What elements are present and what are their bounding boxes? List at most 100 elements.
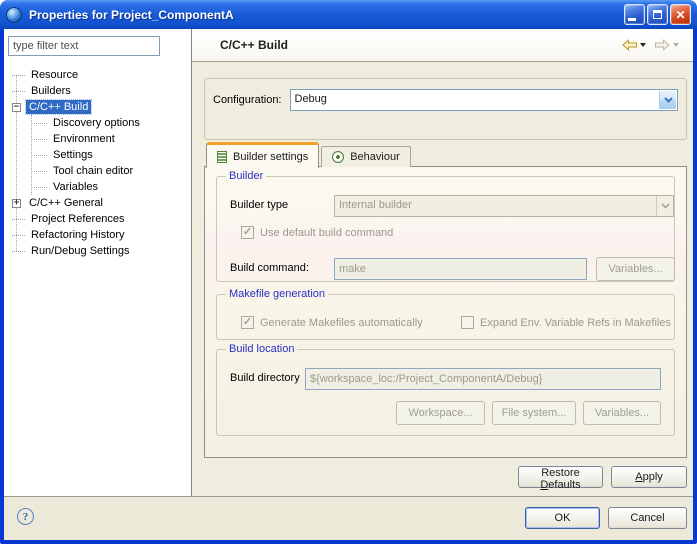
configuration-combobox[interactable]: Debug xyxy=(290,89,679,111)
cancel-button[interactable]: Cancel xyxy=(608,507,687,529)
tab-label: Behaviour xyxy=(350,151,400,163)
checkmark-icon: ✓ xyxy=(243,317,252,328)
titlebar[interactable]: Properties for Project_ComponentA ✕ xyxy=(0,0,697,29)
builder-type-combobox: Internal builder xyxy=(334,195,674,217)
chevron-down-icon xyxy=(656,196,673,216)
properties-dialog: Properties for Project_ComponentA ✕ Reso… xyxy=(0,0,697,544)
apply-button[interactable]: Apply xyxy=(611,466,687,488)
tree-item-label: C/C++ General xyxy=(26,196,106,210)
minimize-icon xyxy=(628,18,636,21)
builder-settings-panel: Builder Builder type Internal builder ✓ … xyxy=(204,166,687,458)
tree-connector-line xyxy=(34,123,47,124)
page-content: Configuration: Debug Builder settings xyxy=(192,63,693,496)
tree-item-project-references[interactable]: Project References xyxy=(12,211,191,227)
tree-item-label: Variables xyxy=(50,180,101,194)
tree-children: Discovery options EnvironmentSettingsTool… xyxy=(31,115,191,195)
tree-item-label: Run/Debug Settings xyxy=(28,244,132,258)
maximize-icon xyxy=(653,10,662,19)
builder-type-label: Builder type xyxy=(230,199,288,211)
tree-item-run-debug-settings[interactable]: Run/Debug Settings xyxy=(12,243,191,259)
generate-makefiles-checkbox: ✓ xyxy=(241,316,254,329)
close-icon: ✕ xyxy=(675,9,685,21)
collapse-icon[interactable]: − xyxy=(12,103,21,112)
makefile-generation-group: Makefile generation ✓ Generate Makefiles… xyxy=(216,288,675,340)
close-button[interactable]: ✕ xyxy=(670,4,691,25)
tree-item-c-c-build[interactable]: −C/C++ Build xyxy=(12,99,191,115)
builder-group: Builder Builder type Internal builder ✓ … xyxy=(216,170,675,282)
tree-connector-line xyxy=(34,155,47,156)
variables-button: Variables... xyxy=(596,257,675,281)
application-icon xyxy=(6,7,22,23)
maximize-button[interactable] xyxy=(647,4,668,25)
forward-arrow-icon xyxy=(654,39,671,51)
tree-connector-line xyxy=(12,251,25,252)
variables-button: Variables... xyxy=(583,401,661,425)
tree-item-label: Tool chain editor xyxy=(50,164,136,178)
dialog-button-bar: ? OK Cancel xyxy=(4,496,693,540)
minimize-button[interactable] xyxy=(624,4,645,25)
tree-item-tool-chain-editor[interactable]: Tool chain editor xyxy=(32,163,191,179)
main-panel: C/C++ Build Configuration: D xyxy=(191,29,693,496)
history-navigation xyxy=(619,37,681,53)
workspace-button: Workspace... xyxy=(396,401,485,425)
tree-connector-line xyxy=(34,139,47,140)
checkmark-icon: ✓ xyxy=(243,227,252,238)
tab-builder-settings[interactable]: Builder settings xyxy=(206,142,319,168)
tree-item-builders[interactable]: Builders xyxy=(12,83,191,99)
build-command-input xyxy=(334,258,587,280)
tab-bar: Builder settings Behaviour xyxy=(206,142,411,167)
build-command-label: Build command: xyxy=(230,262,309,274)
forward-dropdown-icon xyxy=(673,43,679,47)
properties-tree: ResourceBuilders−C/C++ BuildDiscovery op… xyxy=(4,67,191,259)
expand-env-refs-label: Expand Env. Variable Refs in Makefiles xyxy=(480,317,671,329)
tree-connector-line xyxy=(12,91,25,92)
tree-connector-line xyxy=(34,171,47,172)
generate-makefiles-label: Generate Makefiles automatically xyxy=(260,317,423,329)
use-default-build-command-label: Use default build command xyxy=(260,227,393,239)
forward-button xyxy=(652,37,681,53)
tree-item-environment[interactable]: Environment xyxy=(32,131,191,147)
tree-item-variables[interactable]: Variables xyxy=(32,179,191,195)
tree-connector-line xyxy=(12,235,25,236)
help-icon[interactable]: ? xyxy=(17,508,34,525)
ok-button[interactable]: OK xyxy=(525,507,600,529)
build-directory-label: Build directory xyxy=(230,372,300,384)
restore-defaults-button[interactable]: Restore Defaults xyxy=(518,466,603,488)
dialog-body: ResourceBuilders−C/C++ BuildDiscovery op… xyxy=(4,29,693,540)
filter-input[interactable] xyxy=(8,36,160,56)
tree-item-discovery-options[interactable]: Discovery options xyxy=(32,115,191,131)
back-arrow-icon xyxy=(621,39,638,51)
configuration-group: Configuration: Debug xyxy=(204,78,687,140)
window-title: Properties for Project_ComponentA xyxy=(29,8,624,22)
tree-item-c-c-general[interactable]: + C/C++ General xyxy=(12,195,191,211)
configuration-value: Debug xyxy=(291,90,659,110)
back-button[interactable] xyxy=(619,37,648,53)
tree-connector-line xyxy=(12,75,25,76)
file-system-button: File system... xyxy=(492,401,576,425)
tree-item-label: Resource xyxy=(28,68,81,82)
tree-item-label: Project References xyxy=(28,212,128,226)
makefile-generation-group-title: Makefile generation xyxy=(226,288,328,300)
builder-settings-icon xyxy=(217,151,227,163)
tab-label: Builder settings xyxy=(233,151,308,163)
build-location-group: Build location Build directory Workspace… xyxy=(216,343,675,436)
builder-type-value: Internal builder xyxy=(335,196,656,216)
tab-behaviour[interactable]: Behaviour xyxy=(321,146,411,167)
configuration-label: Configuration: xyxy=(213,89,282,111)
window-controls: ✕ xyxy=(624,4,691,25)
tree-item-label: Discovery options xyxy=(50,116,143,130)
tree-item-refactoring-history[interactable]: Refactoring History xyxy=(12,227,191,243)
expand-env-refs-checkbox xyxy=(461,316,474,329)
tree-item-label: Environment xyxy=(50,132,118,146)
expand-icon[interactable]: + xyxy=(12,199,21,208)
tree-item-label: C/C++ Build xyxy=(26,100,91,114)
tree-item-label: Refactoring History xyxy=(28,228,128,242)
tree-item-resource[interactable]: Resource xyxy=(12,67,191,83)
builder-group-title: Builder xyxy=(226,170,266,182)
tree-item-label: Builders xyxy=(28,84,74,98)
page-header: C/C++ Build xyxy=(192,29,693,62)
build-location-buttons: Workspace... File system... Variables... xyxy=(396,401,661,425)
chevron-down-icon[interactable] xyxy=(659,91,676,109)
back-dropdown-icon[interactable] xyxy=(640,43,646,47)
tree-item-settings[interactable]: Settings xyxy=(32,147,191,163)
